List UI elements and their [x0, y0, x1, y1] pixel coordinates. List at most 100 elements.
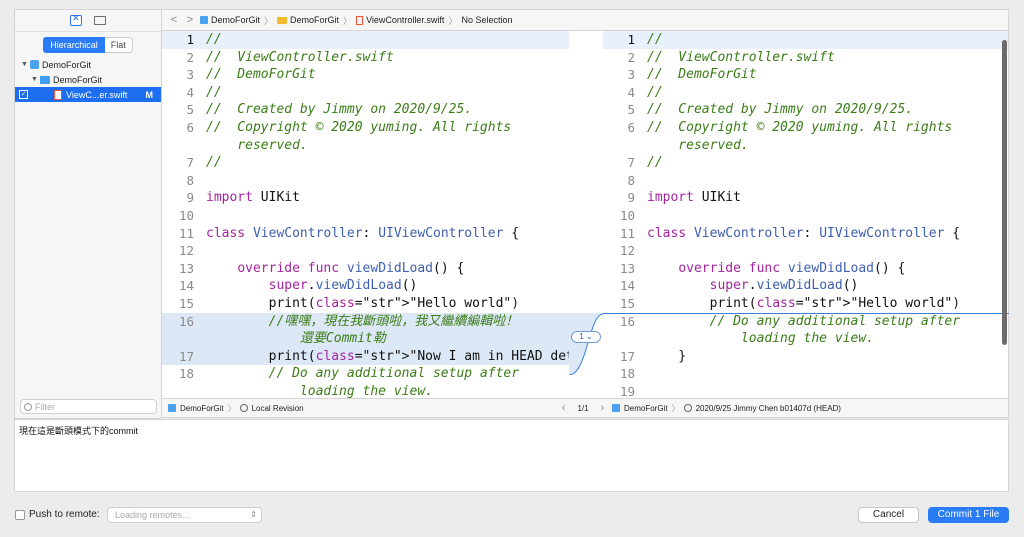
commit-button[interactable]: Commit 1 File	[928, 507, 1009, 523]
code-line[interactable]: reserved.	[603, 137, 1008, 155]
code-text: //	[206, 155, 222, 171]
code-line[interactable]: 16 // Do any additional setup after	[603, 313, 1008, 331]
code-line[interactable]: 16 //嘿嘿，現在我斷頭啦，我又繼續編輯啦！	[162, 312, 569, 331]
code-line[interactable]: 2 // ViewController.swift	[162, 49, 569, 67]
code-text: //	[647, 84, 663, 100]
cancel-button[interactable]: Cancel	[858, 507, 919, 523]
code-line[interactable]: 4 //	[162, 84, 569, 102]
path-separator: 〉	[227, 403, 236, 413]
line-number	[603, 330, 635, 348]
filter-placeholder: Filter	[35, 401, 55, 412]
breadcrumb-separator: 〉	[264, 15, 274, 26]
code-line[interactable]: 8	[162, 172, 569, 190]
breadcrumb-project[interactable]: DemoForGit	[200, 15, 260, 25]
head-revision-label[interactable]: 2020/9/25 Jimmy Chen b01407d (HEAD)	[696, 404, 841, 413]
diff-change-pill[interactable]: 1 ⌄	[571, 331, 601, 343]
code-line[interactable]: 3 // DemoForGit	[162, 66, 569, 84]
disclosure-triangle-icon[interactable]: ▼	[31, 76, 40, 83]
folder-icon	[40, 75, 50, 84]
next-change-button[interactable]: ›	[597, 402, 608, 414]
code-line[interactable]: 3 // DemoForGit	[603, 66, 1008, 84]
code-line[interactable]: 9 import UIKit	[603, 189, 1008, 207]
code-line[interactable]: 10	[162, 207, 569, 225]
sheet-footer: Push to remote: Loading remotes... ⇕ Can…	[0, 500, 1024, 537]
code-text: // ViewController.swift	[206, 49, 394, 65]
code-text: // Copyright © 2020 yuming. All rights	[206, 119, 512, 135]
line-number: 18	[619, 366, 635, 382]
folder-icon[interactable]	[94, 16, 106, 25]
segment-flat[interactable]: Flat	[104, 37, 133, 53]
code-line[interactable]: 6 // Copyright © 2020 yuming. All rights	[603, 119, 1008, 137]
head-revision-editor[interactable]: 1 // 2 // ViewController.swift 3 // DemoForGi…	[603, 31, 1009, 398]
code-line[interactable]: 14 super.viewDidLoad()	[162, 277, 569, 295]
tree-item-folder[interactable]: ▼ DemoForGit	[15, 72, 161, 87]
breadcrumb-selection[interactable]: No Selection	[461, 15, 512, 25]
vertical-scrollbar[interactable]	[1002, 40, 1007, 345]
code-line[interactable]: 還要Commit勒	[162, 330, 569, 348]
segment-hierarchical[interactable]: Hierarchical	[43, 37, 105, 53]
code-line[interactable]: 13 override func viewDidLoad() {	[162, 260, 569, 278]
breadcrumb-folder[interactable]: DemoForGit	[277, 15, 339, 25]
code-line[interactable]: 1 //	[603, 31, 1008, 49]
code-line[interactable]: 13 override func viewDidLoad() {	[603, 260, 1008, 278]
line-number	[162, 330, 194, 348]
changes-filter-icon[interactable]	[70, 13, 82, 26]
code-line[interactable]: 4 //	[603, 84, 1008, 102]
code-text: }	[647, 348, 687, 364]
code-line[interactable]: 1 //	[162, 31, 569, 49]
code-line[interactable]: 7 //	[603, 154, 1008, 172]
code-line[interactable]: 19	[603, 383, 1008, 398]
code-line[interactable]: 18	[603, 365, 1008, 383]
path-project[interactable]: DemoForGit	[624, 404, 668, 413]
filter-field[interactable]: Filter	[20, 399, 157, 414]
code-line[interactable]: 10	[603, 207, 1008, 225]
code-line[interactable]: 11 class ViewController: UIViewController…	[603, 225, 1008, 243]
code-text: // Copyright © 2020 yuming. All rights	[647, 119, 953, 135]
remote-select[interactable]: Loading remotes... ⇕	[107, 507, 262, 523]
code-line[interactable]: 15 print(class="str">"Hello world")	[603, 295, 1008, 313]
code-line[interactable]: loading the view.	[162, 383, 569, 398]
disclosure-triangle-icon[interactable]: ▼	[21, 61, 30, 68]
code-line[interactable]: 15 print(class="str">"Hello world")	[162, 295, 569, 313]
line-number	[162, 137, 194, 155]
code-line[interactable]: 9 import UIKit	[162, 189, 569, 207]
push-to-remote-checkbox[interactable]	[15, 510, 25, 520]
code-line[interactable]: 12	[162, 242, 569, 260]
code-line[interactable]: 7 //	[162, 154, 569, 172]
local-revision-label[interactable]: Local Revision	[252, 404, 304, 413]
code-line[interactable]: 11 class ViewController: UIViewController…	[162, 225, 569, 243]
code-line[interactable]: 17 print(class="str">"Now I am in HEAD d…	[162, 347, 569, 366]
code-line[interactable]: loading the view.	[603, 330, 1008, 348]
code-line[interactable]: 2 // ViewController.swift	[603, 49, 1008, 67]
line-number: 5	[186, 102, 194, 118]
breadcrumb-separator: 〉	[343, 15, 353, 26]
line-number: 10	[619, 207, 635, 223]
breadcrumb-file[interactable]: ViewController.swift	[356, 15, 444, 25]
tree-item-file[interactable]: ✓ ViewC...er.swift M	[15, 87, 161, 102]
back-button[interactable]: <	[168, 14, 180, 26]
line-number: 3	[186, 67, 194, 83]
line-number: 8	[627, 172, 635, 188]
code-line[interactable]: 6 // Copyright © 2020 yuming. All rights	[162, 119, 569, 137]
previous-change-button[interactable]: ‹	[558, 402, 569, 414]
code-line[interactable]: 5 // Created by Jimmy on 2020/9/25.	[603, 101, 1008, 119]
code-line[interactable]: reserved.	[162, 137, 569, 155]
forward-button[interactable]: >	[184, 14, 196, 26]
code-line[interactable]: 8	[603, 172, 1008, 190]
code-text: //	[647, 155, 663, 171]
commit-message-field[interactable]: 現在這是斷頭模式下的commit	[14, 419, 1009, 492]
code-text: print(class="str">"Hello world")	[206, 295, 520, 311]
local-revision-editor[interactable]: 1 // 2 // ViewController.swift 3 // DemoForGi…	[161, 31, 569, 398]
tree-item-project[interactable]: ▼ DemoForGit	[15, 57, 161, 72]
code-line[interactable]: 12	[603, 242, 1008, 260]
code-line[interactable]: 18 // Do any additional setup after	[162, 365, 569, 383]
path-project[interactable]: DemoForGit	[180, 404, 224, 413]
code-line[interactable]: 17 }	[603, 348, 1008, 366]
code-line[interactable]: 5 // Created by Jimmy on 2020/9/25.	[162, 101, 569, 119]
line-number: 16	[178, 313, 194, 329]
include-checkbox[interactable]: ✓	[19, 90, 28, 99]
line-number: 16	[619, 313, 635, 329]
code-line[interactable]: 14 super.viewDidLoad()	[603, 277, 1008, 295]
